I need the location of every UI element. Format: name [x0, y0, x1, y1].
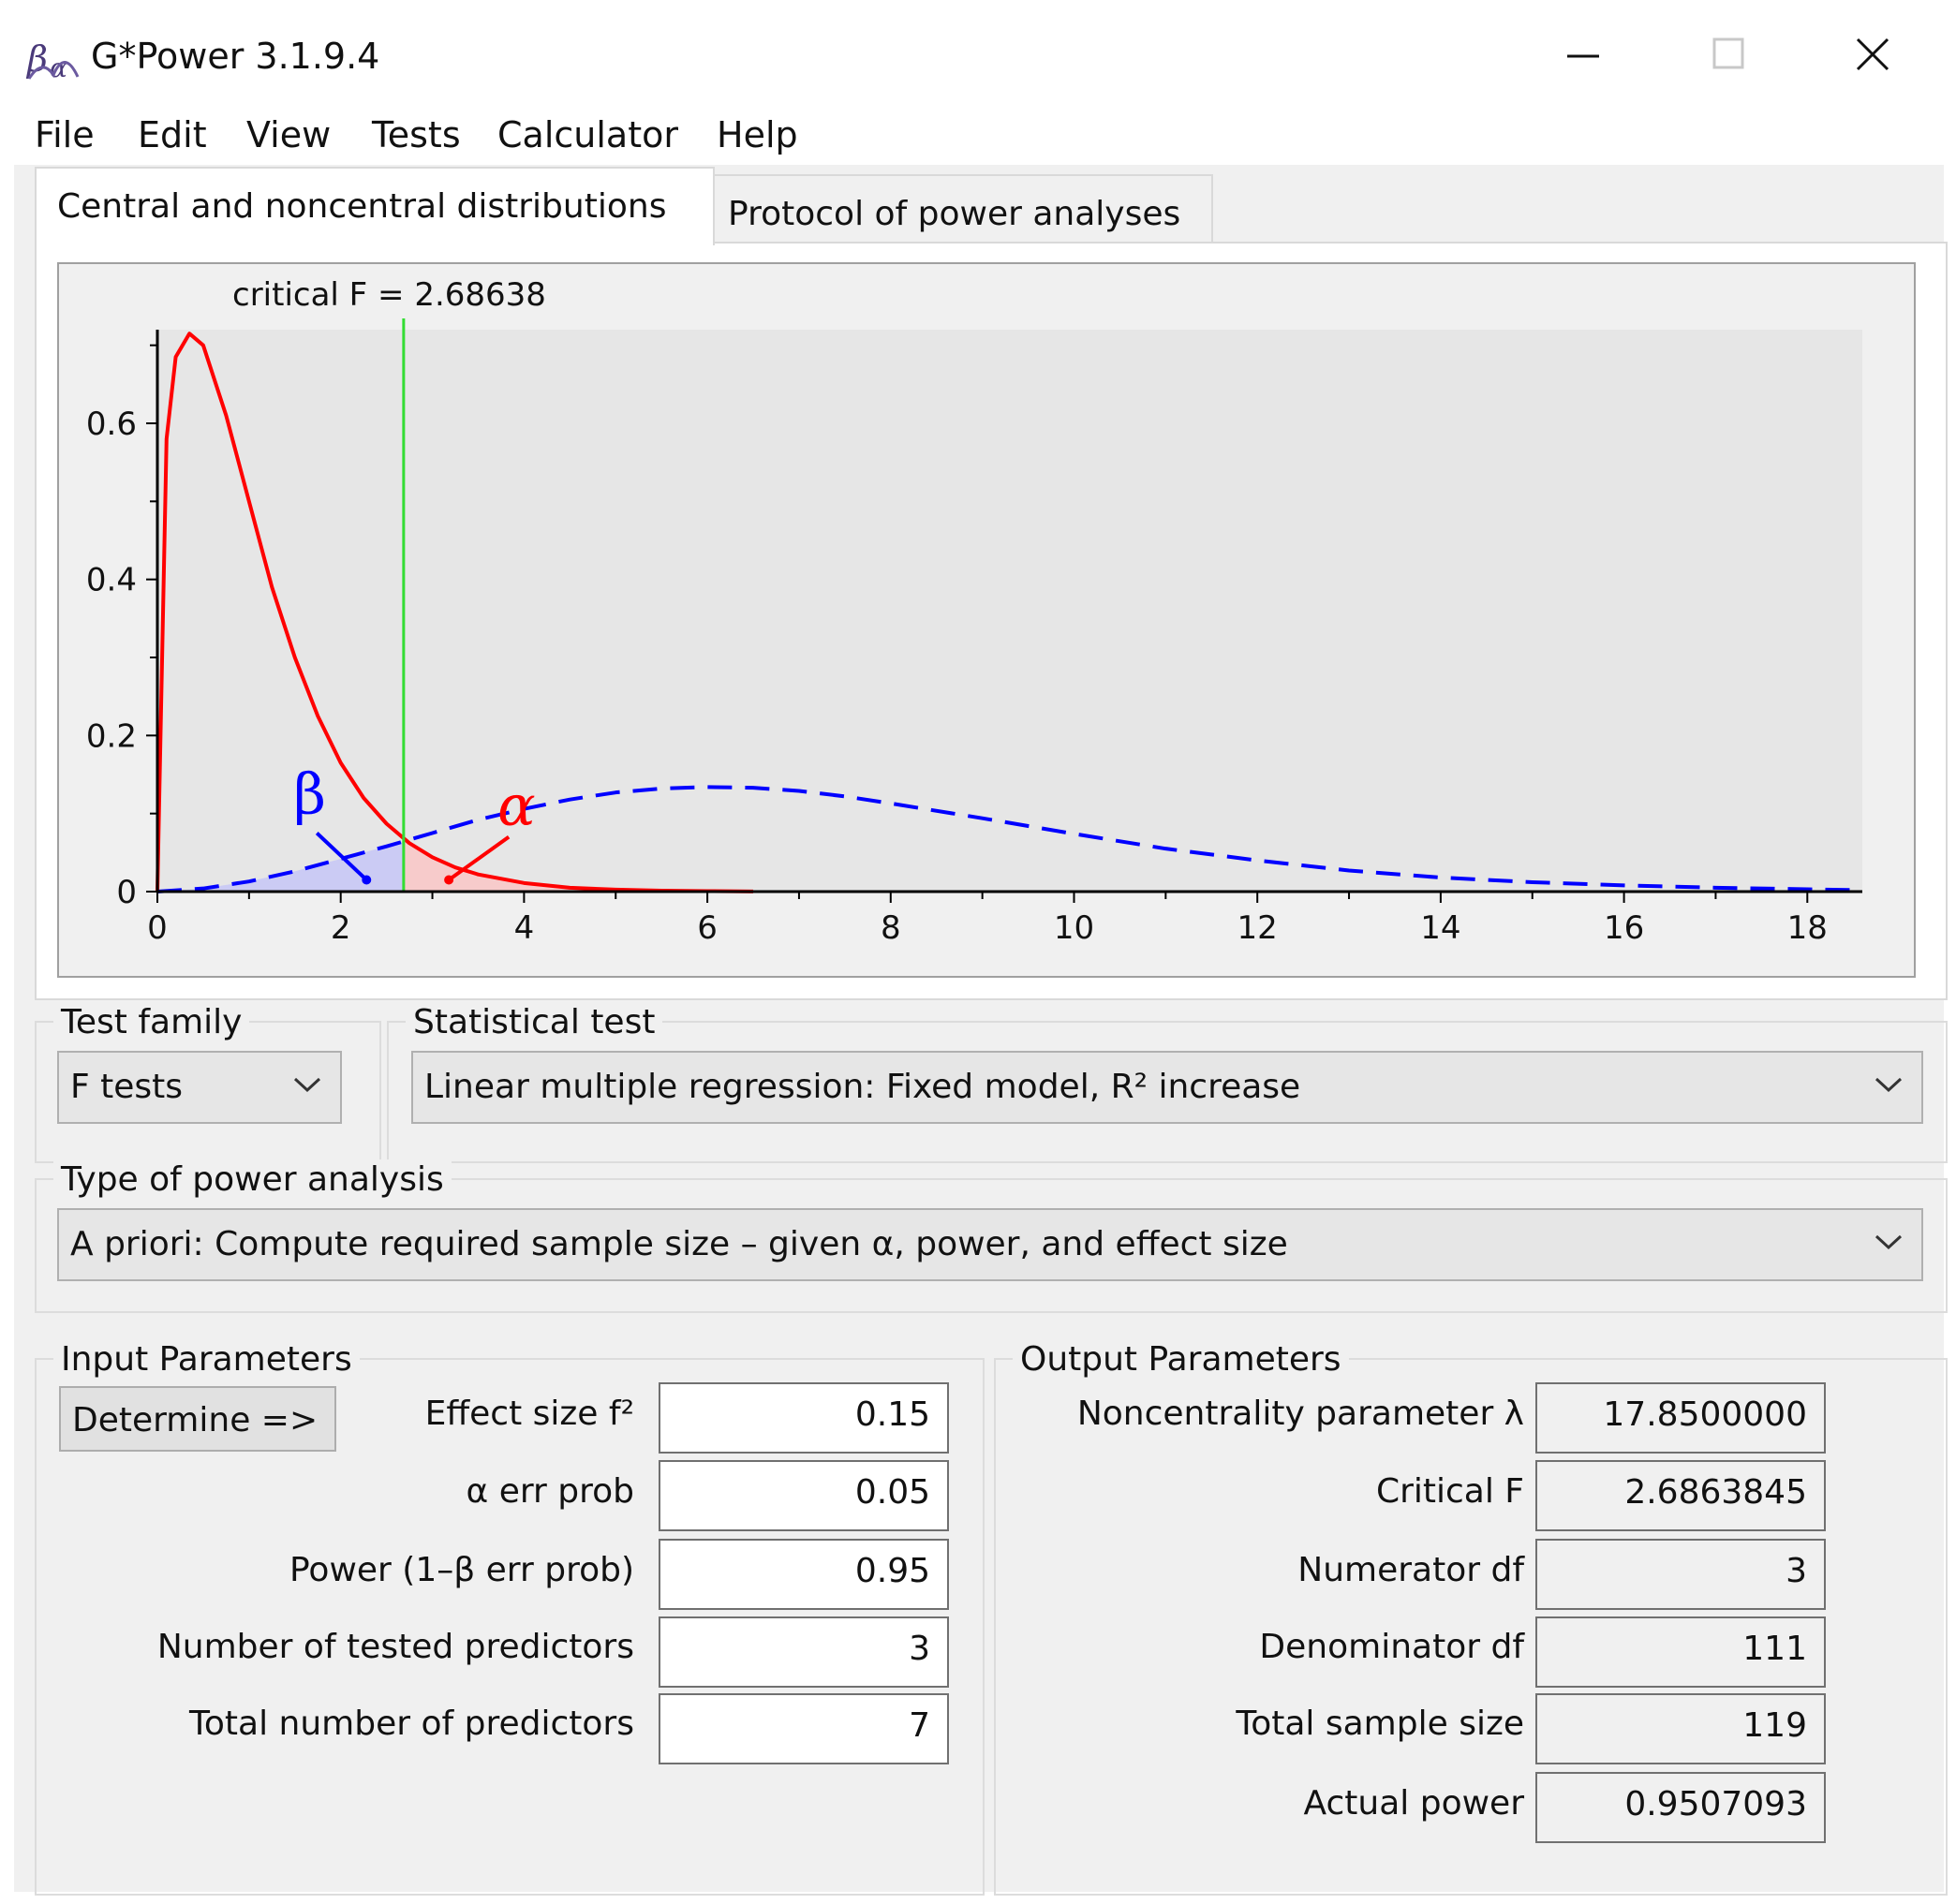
menu-file[interactable]: File — [35, 112, 95, 157]
x-tick-label: 2 — [331, 909, 351, 947]
tab-distributions-label: Central and noncentral distributions — [57, 187, 667, 226]
menu-view[interactable]: View — [246, 112, 331, 157]
close-icon[interactable] — [1841, 28, 1906, 84]
chevron-down-icon — [1874, 1077, 1903, 1093]
gpower-logo-icon: β α — [25, 38, 80, 83]
noncentrality-output: 17.8500000 — [1535, 1382, 1826, 1454]
actual-power-value: 0.9507093 — [1624, 1785, 1807, 1823]
actual-power-label: Actual power — [1303, 1784, 1525, 1823]
critical-f-label: Critical F — [1375, 1472, 1524, 1511]
numerator-df-output: 3 — [1535, 1539, 1826, 1610]
beta-point — [362, 875, 372, 885]
numerator-df-label: Numerator df — [1297, 1551, 1524, 1589]
gpower-window: β α G*Power 3.1.9.4 File Edit View Tests… — [14, 9, 1948, 1896]
output-parameters-legend: Output Parameters — [1013, 1339, 1349, 1380]
numerator-df-value: 3 — [1786, 1552, 1807, 1590]
power-label: Power (1–β err prob) — [289, 1551, 634, 1589]
denominator-df-value: 111 — [1742, 1630, 1807, 1668]
tested-predictors-value: 3 — [909, 1630, 930, 1668]
x-tick-label: 4 — [514, 909, 535, 947]
power-analysis-select[interactable]: A priori: Compute required sample size –… — [57, 1208, 1923, 1281]
tab-distributions[interactable]: Central and noncentral distributions — [35, 167, 715, 245]
x-tick-label: 6 — [697, 909, 718, 947]
maximize-icon[interactable] — [1696, 28, 1761, 84]
chevron-down-icon — [293, 1077, 321, 1093]
determine-button-label: Determine => — [72, 1401, 319, 1439]
noncentrality-label: Noncentrality parameter λ — [1076, 1395, 1524, 1433]
tab-protocol[interactable]: Protocol of power analyses — [711, 174, 1213, 245]
y-tick-label: 0 — [116, 874, 137, 911]
distribution-chart: 0 2 4 6 8 10 12 14 16 18 0 0.2 0.4 0.6 critical F = 2.… — [57, 262, 1916, 978]
effect-size-input[interactable]: 0.15 — [659, 1382, 949, 1454]
critical-f-value: 2.6863845 — [1624, 1473, 1807, 1512]
alpha-label: α — [497, 774, 536, 839]
statistical-test-select[interactable]: Linear multiple regression: Fixed model,… — [411, 1051, 1923, 1124]
alpha-err-label: α err prob — [466, 1472, 634, 1511]
total-predictors-label: Total number of predictors — [189, 1705, 634, 1743]
x-tick-label: 8 — [881, 909, 901, 947]
y-tick-label: 0.2 — [86, 717, 137, 755]
tab-protocol-label: Protocol of power analyses — [728, 195, 1181, 233]
x-tick-label: 18 — [1787, 909, 1828, 947]
menu-calculator[interactable]: Calculator — [497, 112, 678, 157]
power-analysis-value: A priori: Compute required sample size –… — [70, 1225, 1288, 1263]
alpha-point — [444, 875, 454, 885]
actual-power-output: 0.9507093 — [1535, 1772, 1826, 1843]
effect-size-label: Effect size f² — [424, 1395, 634, 1433]
statistical-test-value: Linear multiple regression: Fixed model,… — [424, 1068, 1301, 1106]
total-sample-size-value: 119 — [1742, 1706, 1807, 1745]
power-value: 0.95 — [854, 1552, 930, 1590]
test-family-select[interactable]: F tests — [57, 1051, 342, 1124]
total-predictors-value: 7 — [909, 1706, 930, 1745]
title-bar: β α G*Power 3.1.9.4 — [14, 9, 1944, 103]
x-tick-label: 12 — [1237, 909, 1278, 947]
power-analysis-legend: Type of power analysis — [53, 1159, 452, 1201]
test-family-legend: Test family — [53, 1002, 250, 1043]
tested-predictors-input[interactable]: 3 — [659, 1616, 949, 1688]
x-tick-label: 0 — [147, 909, 168, 947]
svg-text:β: β — [25, 38, 48, 80]
denominator-df-output: 111 — [1535, 1616, 1826, 1688]
plot-background — [157, 330, 1862, 892]
test-family-value: F tests — [70, 1068, 184, 1106]
y-tick-label: 0.6 — [86, 406, 137, 443]
y-tick-label: 0.4 — [86, 562, 137, 599]
input-parameters-legend: Input Parameters — [53, 1339, 360, 1380]
menu-tests[interactable]: Tests — [372, 112, 461, 157]
tested-predictors-label: Number of tested predictors — [156, 1628, 634, 1666]
power-input[interactable]: 0.95 — [659, 1539, 949, 1610]
statistical-test-legend: Statistical test — [406, 1002, 663, 1043]
menu-edit[interactable]: Edit — [138, 112, 207, 157]
window-title: G*Power 3.1.9.4 — [91, 36, 380, 77]
noncentrality-value: 17.8500000 — [1603, 1395, 1807, 1434]
total-sample-size-output: 119 — [1535, 1693, 1826, 1764]
x-tick-label: 10 — [1054, 909, 1094, 947]
total-sample-size-label: Total sample size — [1236, 1705, 1524, 1743]
denominator-df-label: Denominator df — [1259, 1628, 1524, 1666]
alpha-err-input[interactable]: 0.05 — [659, 1460, 949, 1531]
menu-help[interactable]: Help — [717, 112, 798, 157]
effect-size-value: 0.15 — [854, 1395, 930, 1434]
determine-button[interactable]: Determine => — [59, 1386, 336, 1452]
x-tick-label: 14 — [1420, 909, 1460, 947]
critical-f-output: 2.6863845 — [1535, 1460, 1826, 1531]
chevron-down-icon — [1874, 1234, 1903, 1250]
critical-f-annotation: critical F = 2.68638 — [232, 276, 546, 314]
minimize-icon[interactable] — [1550, 28, 1616, 84]
distribution-plot: 0 2 4 6 8 10 12 14 16 18 0 0.2 0.4 0.6 critical F = 2.… — [86, 276, 1862, 947]
total-predictors-input[interactable]: 7 — [659, 1693, 949, 1764]
beta-label: β — [293, 762, 326, 828]
menu-bar: File Edit View Tests Calculator Help — [14, 103, 1944, 165]
x-tick-label: 16 — [1604, 909, 1644, 947]
alpha-err-value: 0.05 — [854, 1473, 930, 1512]
